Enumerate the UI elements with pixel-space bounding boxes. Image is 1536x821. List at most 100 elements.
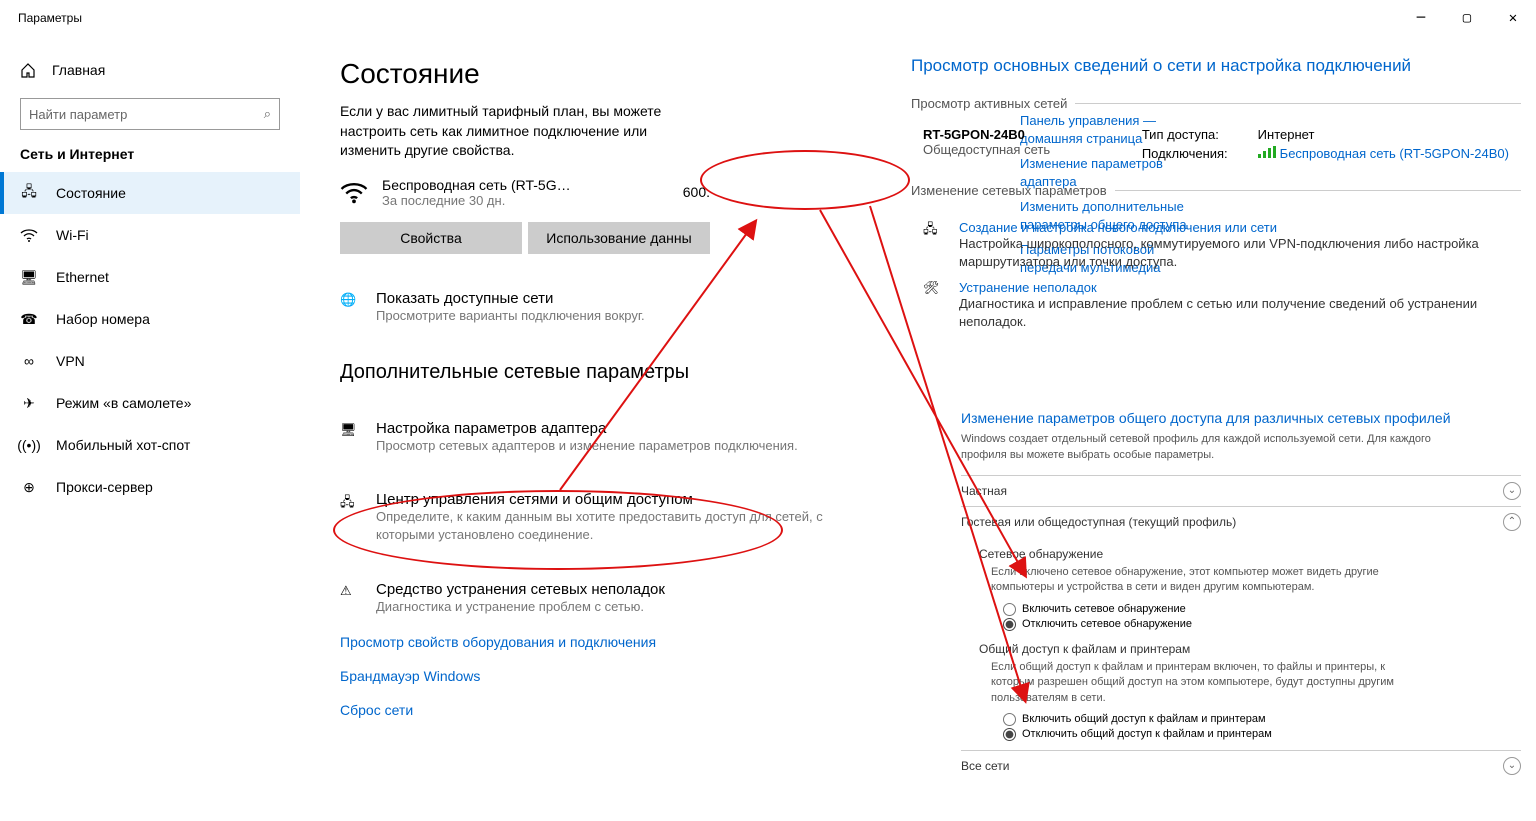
nav-dialup[interactable]: ☎ Набор номера	[0, 298, 300, 340]
row-desc: Определите, к каким данным вы хотите пре…	[376, 508, 860, 544]
nav-label: VPN	[56, 353, 85, 369]
adapter-settings-row[interactable]: 🖥 Настройка параметров адаптера Просмотр…	[340, 420, 860, 455]
warning-icon: ⚠	[340, 583, 362, 605]
fileshare-off-radio[interactable]: Отключить общий доступ к файлам и принте…	[1003, 727, 1521, 742]
troubleshoot-icon: 🛠	[923, 280, 945, 302]
nc-new-connection[interactable]: 🖧 Создание и настройка нового подключени…	[911, 220, 1521, 270]
network-center-row[interactable]: 🖧 Центр управления сетями и общим доступ…	[340, 491, 860, 544]
change-settings-group: Изменение сетевых параметров 🖧 Создание …	[911, 183, 1521, 330]
group-legend: Просмотр активных сетей	[911, 96, 1075, 111]
wifi-period: За последние 30 дн.	[382, 193, 571, 208]
wifi-usage-row: Беспроводная сеть (RT-5G… За последние 3…	[340, 177, 710, 208]
nav-proxy[interactable]: ⊕ Прокси-сервер	[0, 466, 300, 508]
wifi-icon	[340, 178, 368, 206]
intro-text: Если у вас лимитный тарифный план, вы мо…	[340, 102, 700, 161]
discovery-heading: Сетевое обнаружение	[979, 547, 1521, 561]
row-title: Настройка параметров адаптера	[376, 420, 798, 437]
nav-ethernet[interactable]: 🖥 Ethernet	[0, 256, 300, 298]
nc-link[interactable]: Создание и настройка нового подключения …	[959, 220, 1277, 235]
access-value: Интернет	[1258, 127, 1509, 142]
row-title: Средство устранения сетевых неполадок	[376, 581, 665, 598]
access-label: Тип доступа:	[1142, 127, 1228, 142]
discovery-on-radio[interactable]: Включить сетевое обнаружение	[1003, 602, 1521, 617]
profile-label: Частная	[961, 484, 1007, 498]
maximize-button[interactable]: ▢	[1444, 2, 1490, 34]
window-title: Параметры	[18, 11, 82, 25]
vpn-icon: ∞	[20, 352, 38, 370]
discovery-off-radio[interactable]: Отключить сетевое обнаружение	[1003, 617, 1521, 632]
nav-hotspot[interactable]: ((•)) Мобильный хот-спот	[0, 424, 300, 466]
row-title: Центр управления сетями и общим доступом	[376, 491, 860, 508]
nav-wifi[interactable]: Wi-Fi	[0, 214, 300, 256]
profile-label: Гостевая или общедоступная (текущий проф…	[961, 515, 1236, 529]
nav-label: Ethernet	[56, 269, 109, 285]
nav-label: Состояние	[56, 185, 126, 201]
profile-private[interactable]: Частная ⌄	[961, 475, 1521, 506]
nav-status[interactable]: 🖧 Состояние	[0, 172, 300, 214]
network-name: RT-5GPON-24B0	[923, 127, 1050, 142]
nav-label: Набор номера	[56, 311, 150, 327]
troubleshoot-row[interactable]: ⚠ Средство устранения сетевых неполадок …	[340, 581, 860, 616]
globe-icon: 🌐	[340, 292, 362, 314]
sidebar-section-title: Сеть и Интернет	[0, 146, 300, 172]
fileshare-heading: Общий доступ к файлам и принтерам	[979, 642, 1521, 656]
row-desc: Просмотрите варианты подключения вокруг.	[376, 307, 645, 325]
sharing-title: Изменение параметров общего доступа для …	[961, 410, 1521, 426]
row-title: Показать доступные сети	[376, 290, 645, 307]
discovery-text: Если включено сетевое обнаружение, этот …	[991, 565, 1421, 596]
search-placeholder: Найти параметр	[29, 107, 127, 122]
nav-label: Прокси-сервер	[56, 479, 153, 495]
wifi-usage-value: 600.	[683, 184, 710, 200]
ethernet-icon: 🖥	[20, 268, 38, 286]
proxy-icon: ⊕	[20, 478, 38, 496]
network-center-panel: Просмотр основных сведений о сети и наст…	[911, 56, 1521, 781]
nav-label: Мобильный хот-спот	[56, 437, 190, 453]
nc-link[interactable]: Устранение неполадок	[959, 280, 1097, 295]
row-desc: Просмотр сетевых адаптеров и изменение п…	[376, 437, 798, 455]
chevron-down-icon: ⌄	[1503, 757, 1521, 775]
sidebar: Главная Найти параметр ⌕ Сеть и Интернет…	[0, 36, 300, 821]
show-networks-row[interactable]: 🌐 Показать доступные сети Просмотрите ва…	[340, 290, 860, 325]
data-usage-button[interactable]: Использование данны	[528, 222, 710, 254]
new-connection-icon: 🖧	[923, 220, 945, 242]
nav-airplane[interactable]: ✈ Режим «в самолете»	[0, 382, 300, 424]
chevron-down-icon: ⌄	[1503, 482, 1521, 500]
nav-vpn[interactable]: ∞ VPN	[0, 340, 300, 382]
close-button[interactable]: ✕	[1490, 2, 1536, 34]
signal-icon	[1258, 146, 1276, 158]
home-icon	[20, 62, 36, 78]
profile-label: Все сети	[961, 759, 1010, 773]
wifi-name: Беспроводная сеть (RT-5G…	[382, 177, 571, 193]
dialup-icon: ☎	[20, 310, 38, 328]
chevron-up-icon: ⌃	[1503, 513, 1521, 531]
network-type: Общедоступная сеть	[923, 142, 1050, 157]
nc-troubleshoot[interactable]: 🛠 Устранение неполадок Диагностика и исп…	[911, 280, 1521, 330]
search-input[interactable]: Найти параметр ⌕	[20, 98, 280, 130]
group-legend: Изменение сетевых параметров	[911, 183, 1115, 198]
nav-label: Wi-Fi	[56, 227, 89, 243]
hotspot-icon: ((•))	[20, 436, 38, 454]
status-icon: 🖧	[20, 184, 38, 202]
fileshare-on-radio[interactable]: Включить общий доступ к файлам и принтер…	[1003, 712, 1521, 727]
nav-label: Режим «в самолете»	[56, 395, 191, 411]
adapter-icon: 🖥	[340, 422, 362, 444]
home-nav[interactable]: Главная	[0, 54, 300, 86]
airplane-icon: ✈	[20, 394, 38, 412]
nc-desc: Диагностика и исправление проблем с сеть…	[959, 295, 1509, 330]
wifi-icon	[20, 226, 38, 244]
connection-link[interactable]: Беспроводная сеть (RT-5GPON-24B0)	[1258, 146, 1509, 161]
nc-title: Просмотр основных сведений о сети и наст…	[911, 56, 1521, 76]
properties-button[interactable]: Свойства	[340, 222, 522, 254]
profile-all[interactable]: Все сети ⌄	[961, 750, 1521, 781]
conn-label: Подключения:	[1142, 146, 1228, 161]
profile-guest[interactable]: Гостевая или общедоступная (текущий проф…	[961, 506, 1521, 537]
row-desc: Диагностика и устранение проблем с сетью…	[376, 598, 665, 616]
search-icon: ⌕	[264, 106, 271, 122]
active-networks-group: Просмотр активных сетей RT-5GPON-24B0 Об…	[911, 96, 1521, 165]
sharing-icon: 🖧	[340, 493, 362, 515]
minimize-button[interactable]: ─	[1398, 2, 1444, 34]
nc-desc: Настройка широкополосного, коммутируемог…	[959, 235, 1509, 270]
fileshare-text: Если общий доступ к файлам и принтерам в…	[991, 660, 1421, 706]
home-label: Главная	[52, 62, 105, 78]
sharing-desc: Windows создает отдельный сетевой профил…	[961, 432, 1441, 463]
